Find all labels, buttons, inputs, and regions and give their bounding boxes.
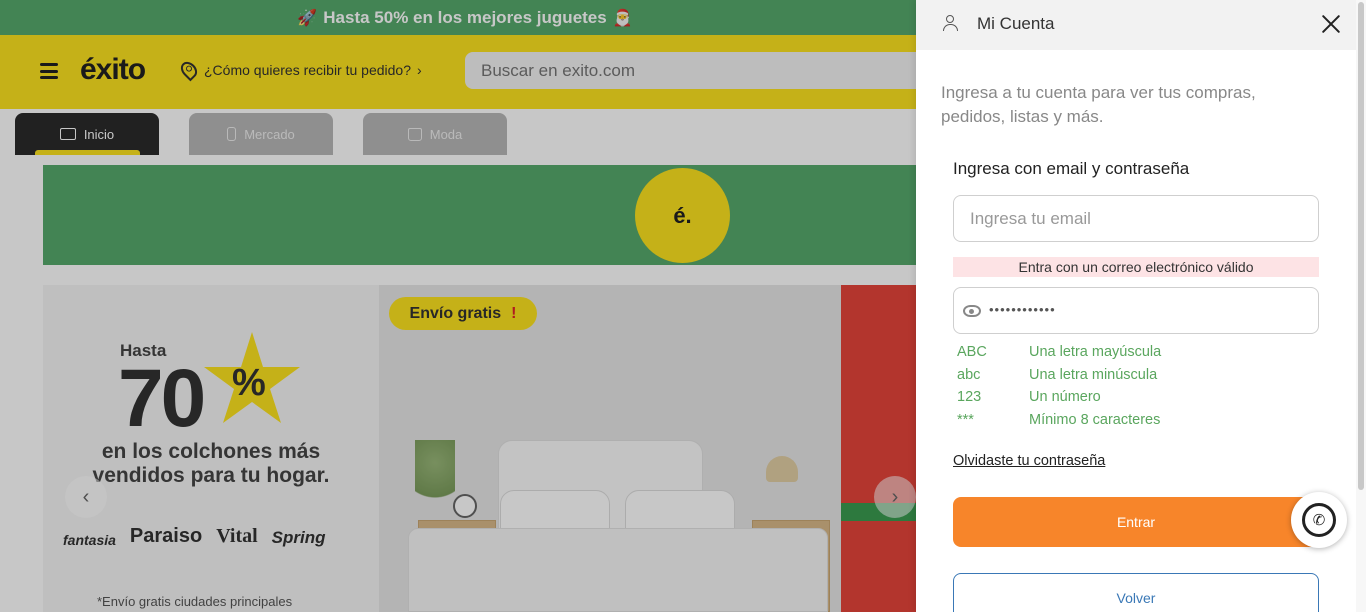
eye-icon[interactable] [963,305,981,317]
password-field[interactable]: •••••••••••• [953,287,1319,334]
whatsapp-icon: ✆ [1302,503,1336,537]
rule-key: *** [957,412,974,429]
login-subtitle: Ingresa con email y contraseña [953,159,1190,178]
panel-title: Mi Cuenta [977,14,1055,33]
password-rule: ABC Una letra mayúscula [957,341,1161,364]
password-rules: ABC Una letra mayúscula abc Una letra mi… [957,341,1161,432]
rule-label: Mínimo 8 caracteres [1029,412,1161,429]
whatsapp-button[interactable]: ✆ [1291,492,1347,548]
rule-label: Una letra minúscula [1029,366,1158,383]
email-field[interactable] [953,195,1319,242]
password-rule: abc Una letra minúscula [957,364,1161,387]
scrollbar-thumb[interactable] [1358,2,1364,490]
rule-key: ABC [957,344,987,360]
user-icon [943,15,958,31]
password-value: •••••••••••• [989,302,1056,317]
rule-label: Una letra mayúscula [1029,344,1162,360]
modal-backdrop[interactable] [0,0,916,612]
forgot-password-link[interactable]: Olvidaste tu contraseña [953,453,1105,469]
rule-key: abc [957,366,981,383]
login-intro-text: Ingresa a tu cuenta para ver tus compras… [941,83,1256,126]
rule-label: Un número [1029,389,1101,406]
password-rule: 123 Un número [957,386,1161,409]
password-rule: *** Mínimo 8 caracteres [957,409,1161,432]
close-icon[interactable] [1319,12,1343,36]
panel-header: Mi Cuenta [916,0,1356,50]
email-error-message: Entra con un correo electrónico válido [953,257,1319,277]
rule-key: 123 [957,389,982,406]
panel-scrollbar[interactable] [1356,0,1366,612]
back-button[interactable]: Volver [953,573,1319,612]
login-submit-button[interactable]: Entrar [953,497,1319,547]
